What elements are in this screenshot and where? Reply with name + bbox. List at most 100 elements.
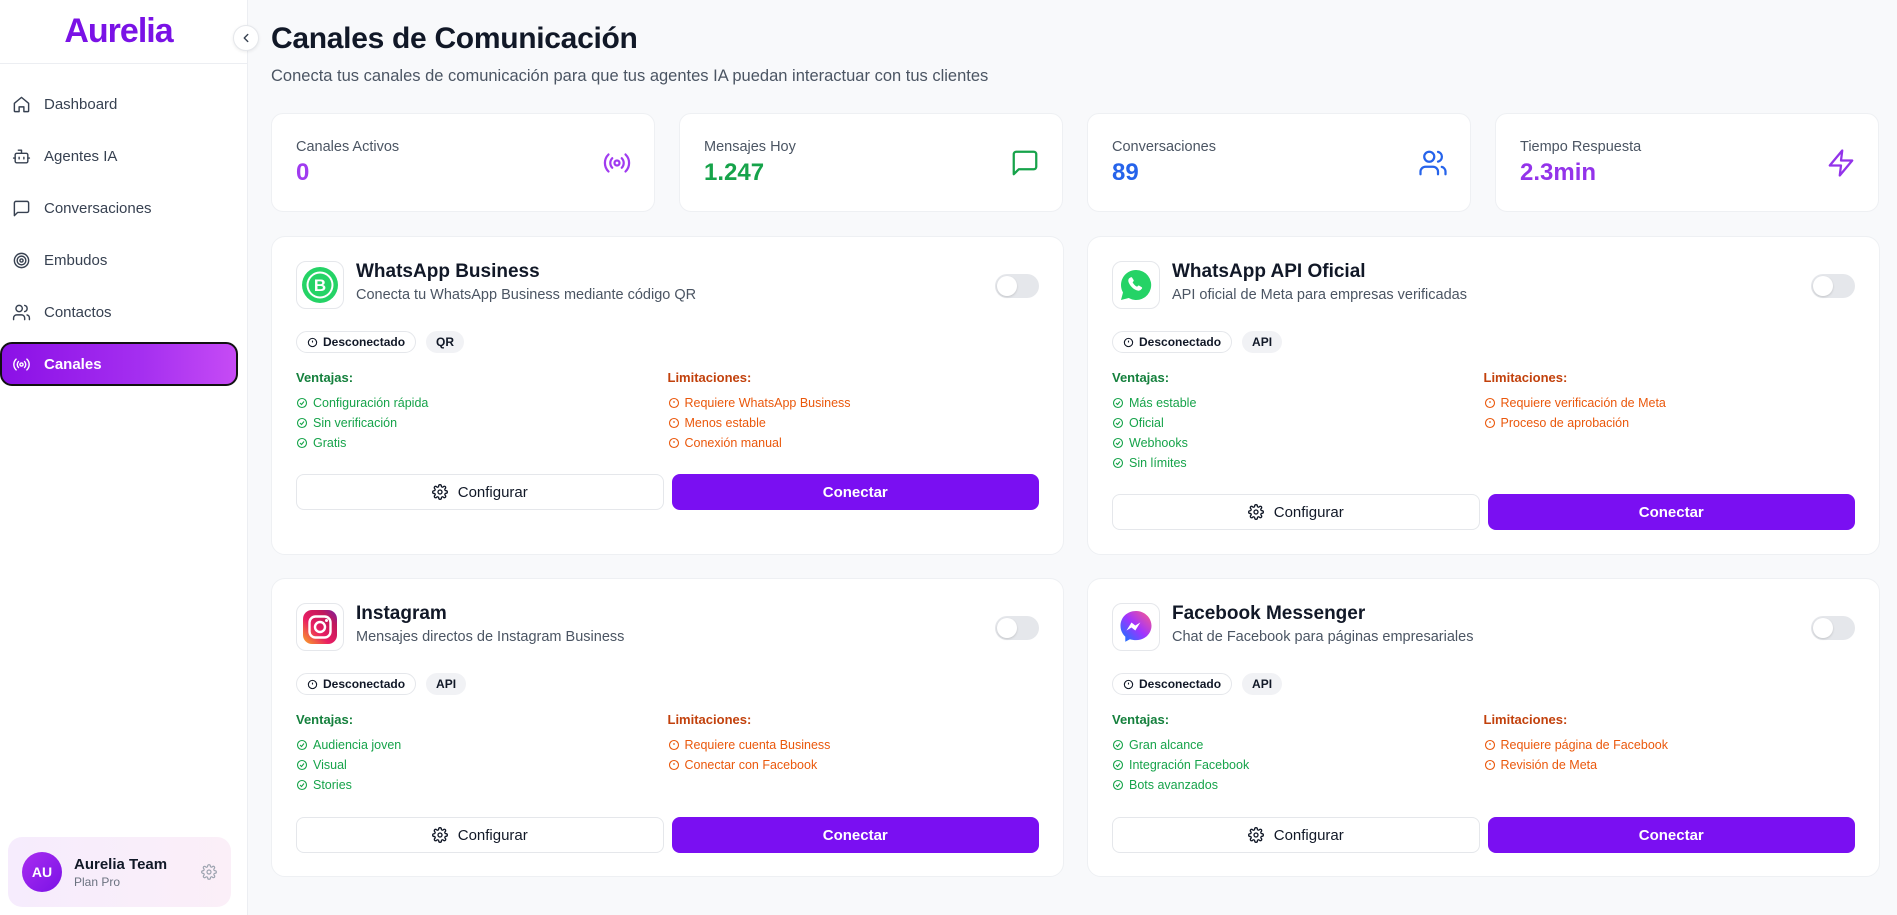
user-plan: Plan Pro: [74, 874, 121, 889]
alert-circle-icon: [668, 437, 679, 449]
advantage-item: Integración Facebook: [1112, 755, 1484, 775]
advantage-text: Visual: [313, 758, 347, 772]
alert-circle-icon: [1123, 679, 1134, 689]
bot-icon: [12, 148, 31, 164]
card-actions: Configurar Conectar: [1112, 494, 1855, 530]
whatsapp-icon: [1112, 261, 1160, 309]
card-actions: Configurar Conectar: [296, 817, 1039, 853]
card-header: WhatsApp API Oficial API oficial de Meta…: [1112, 261, 1855, 309]
sidebar-item-contactos[interactable]: Contactos: [0, 290, 239, 334]
target-icon: [13, 252, 30, 268]
configure-button[interactable]: Configurar: [1112, 494, 1480, 530]
stat-value: 0: [296, 159, 310, 186]
gear-icon: [1247, 504, 1264, 520]
stat-value: 89: [1112, 159, 1139, 186]
alert-circle-icon: [668, 759, 679, 771]
configure-label: Configurar: [457, 483, 528, 501]
limitations: Limitaciones: Requiere WhatsApp Business…: [668, 370, 1040, 453]
advantages-title: Ventajas:: [296, 370, 354, 385]
check-circle-icon: [296, 779, 308, 791]
channel-toggle[interactable]: [995, 616, 1039, 640]
limitations-title: Limitaciones:: [667, 712, 752, 727]
channel-toggle[interactable]: [1811, 616, 1855, 640]
configure-button[interactable]: Configurar: [1112, 817, 1480, 853]
connect-button[interactable]: Conectar: [1487, 817, 1855, 853]
sidebar: Aurelia Dashboard Agentes IA Conversacio…: [0, 0, 248, 915]
user-name: Aurelia Team: [74, 855, 168, 873]
limitations: Limitaciones: Requiere página de Faceboo…: [1484, 712, 1856, 795]
advantage-item: Sin límites: [1112, 453, 1484, 473]
advantage-text: Audiencia joven: [313, 738, 402, 752]
channel-toggle[interactable]: [995, 274, 1039, 298]
advantage-item: Gran alcance: [1112, 735, 1484, 755]
sidebar-item-label: Agentes IA: [44, 147, 118, 165]
message-square-icon: [13, 200, 30, 216]
advantage-text: Sin límites: [1129, 456, 1187, 470]
advantages-title: Ventajas:: [1112, 370, 1170, 385]
limitation-text: Requiere verificación de Meta: [1500, 396, 1666, 410]
advantage-item: Más estable: [1112, 393, 1484, 413]
settings-gear-icon[interactable]: [201, 864, 217, 880]
status-badge: Desconectado: [296, 673, 417, 695]
alert-circle-icon: [1484, 739, 1495, 751]
connect-button[interactable]: Conectar: [1487, 494, 1855, 530]
limitations-title: Limitaciones:: [1483, 370, 1568, 385]
limitation-item: Requiere WhatsApp Business: [668, 393, 1040, 413]
advantage-item: Gratis: [296, 433, 668, 453]
advantage-item: Sin verificación: [296, 413, 668, 433]
stat-label: Mensajes Hoy: [704, 139, 796, 155]
advantage-item: Configuración rápida: [296, 393, 668, 413]
user-card[interactable]: AU Aurelia Team Plan Pro: [8, 837, 231, 907]
stat-card-canales-activos: Canales Activos 0: [271, 113, 655, 212]
check-circle-icon: [1112, 417, 1124, 429]
status-text: Desconectado: [323, 335, 406, 349]
alert-circle-icon: [1484, 417, 1495, 429]
sidebar-nav: Dashboard Agentes IA Conversaciones Embu…: [0, 82, 247, 386]
limitation-item: Revisión de Meta: [1484, 755, 1856, 775]
sidebar-item-embudos[interactable]: Embudos: [0, 238, 239, 282]
sidebar-item-conversaciones[interactable]: Conversaciones: [0, 186, 239, 230]
channel-toggle[interactable]: [1811, 274, 1855, 298]
collapse-sidebar-button[interactable]: [233, 25, 259, 51]
user-info: Aurelia Team Plan Pro: [74, 856, 167, 889]
sidebar-item-canales[interactable]: Canales: [0, 342, 238, 386]
svg-text:B: B: [314, 276, 326, 295]
advantage-text: Más estable: [1129, 396, 1197, 410]
stat-label: Conversaciones: [1112, 139, 1216, 155]
limitation-text: Conectar con Facebook: [684, 758, 818, 772]
configure-button[interactable]: Configurar: [296, 817, 664, 853]
configure-label: Configurar: [1273, 826, 1344, 844]
gear-icon: [431, 827, 448, 843]
advantage-item: Bots avanzados: [1112, 775, 1484, 795]
alert-circle-icon: [668, 739, 679, 751]
advantages: Ventajas: Configuración rápida Sin verif…: [296, 370, 668, 453]
check-circle-icon: [296, 759, 308, 771]
pros-cons: Ventajas: Configuración rápida Sin verif…: [296, 370, 1039, 453]
sidebar-item-agentes-ia[interactable]: Agentes IA: [0, 134, 239, 178]
limitation-item: Proceso de aprobación: [1484, 413, 1856, 433]
app-logo[interactable]: Aurelia: [64, 12, 173, 51]
advantage-item: Webhooks: [1112, 433, 1484, 453]
connect-button[interactable]: Conectar: [671, 474, 1039, 510]
badges: Desconectado QR: [296, 331, 465, 353]
advantage-text: Oficial: [1129, 416, 1164, 430]
limitation-text: Requiere WhatsApp Business: [684, 396, 851, 410]
limitation-item: Requiere verificación de Meta: [1484, 393, 1856, 413]
check-circle-icon: [1112, 437, 1124, 449]
card-header: B WhatsApp Business Conecta tu WhatsApp …: [296, 261, 1039, 309]
status-badge: Desconectado: [1112, 331, 1233, 353]
limitation-item: Requiere página de Facebook: [1484, 735, 1856, 755]
limitations: Limitaciones: Requiere verificación de M…: [1484, 370, 1856, 473]
sidebar-item-dashboard[interactable]: Dashboard: [0, 82, 239, 126]
configure-button[interactable]: Configurar: [296, 474, 664, 510]
limitation-item: Conexión manual: [668, 433, 1040, 453]
avatar: AU: [22, 852, 62, 892]
users-icon: [12, 304, 31, 320]
alert-circle-icon: [307, 337, 318, 347]
pros-cons: Ventajas: Audiencia joven Visual Stories…: [296, 712, 1039, 795]
card-header: Facebook Messenger Chat de Facebook para…: [1112, 603, 1855, 651]
connect-button[interactable]: Conectar: [671, 817, 1039, 853]
zap-icon: [1828, 149, 1854, 177]
users-icon: [1419, 150, 1447, 176]
type-badge: API: [1242, 331, 1283, 353]
